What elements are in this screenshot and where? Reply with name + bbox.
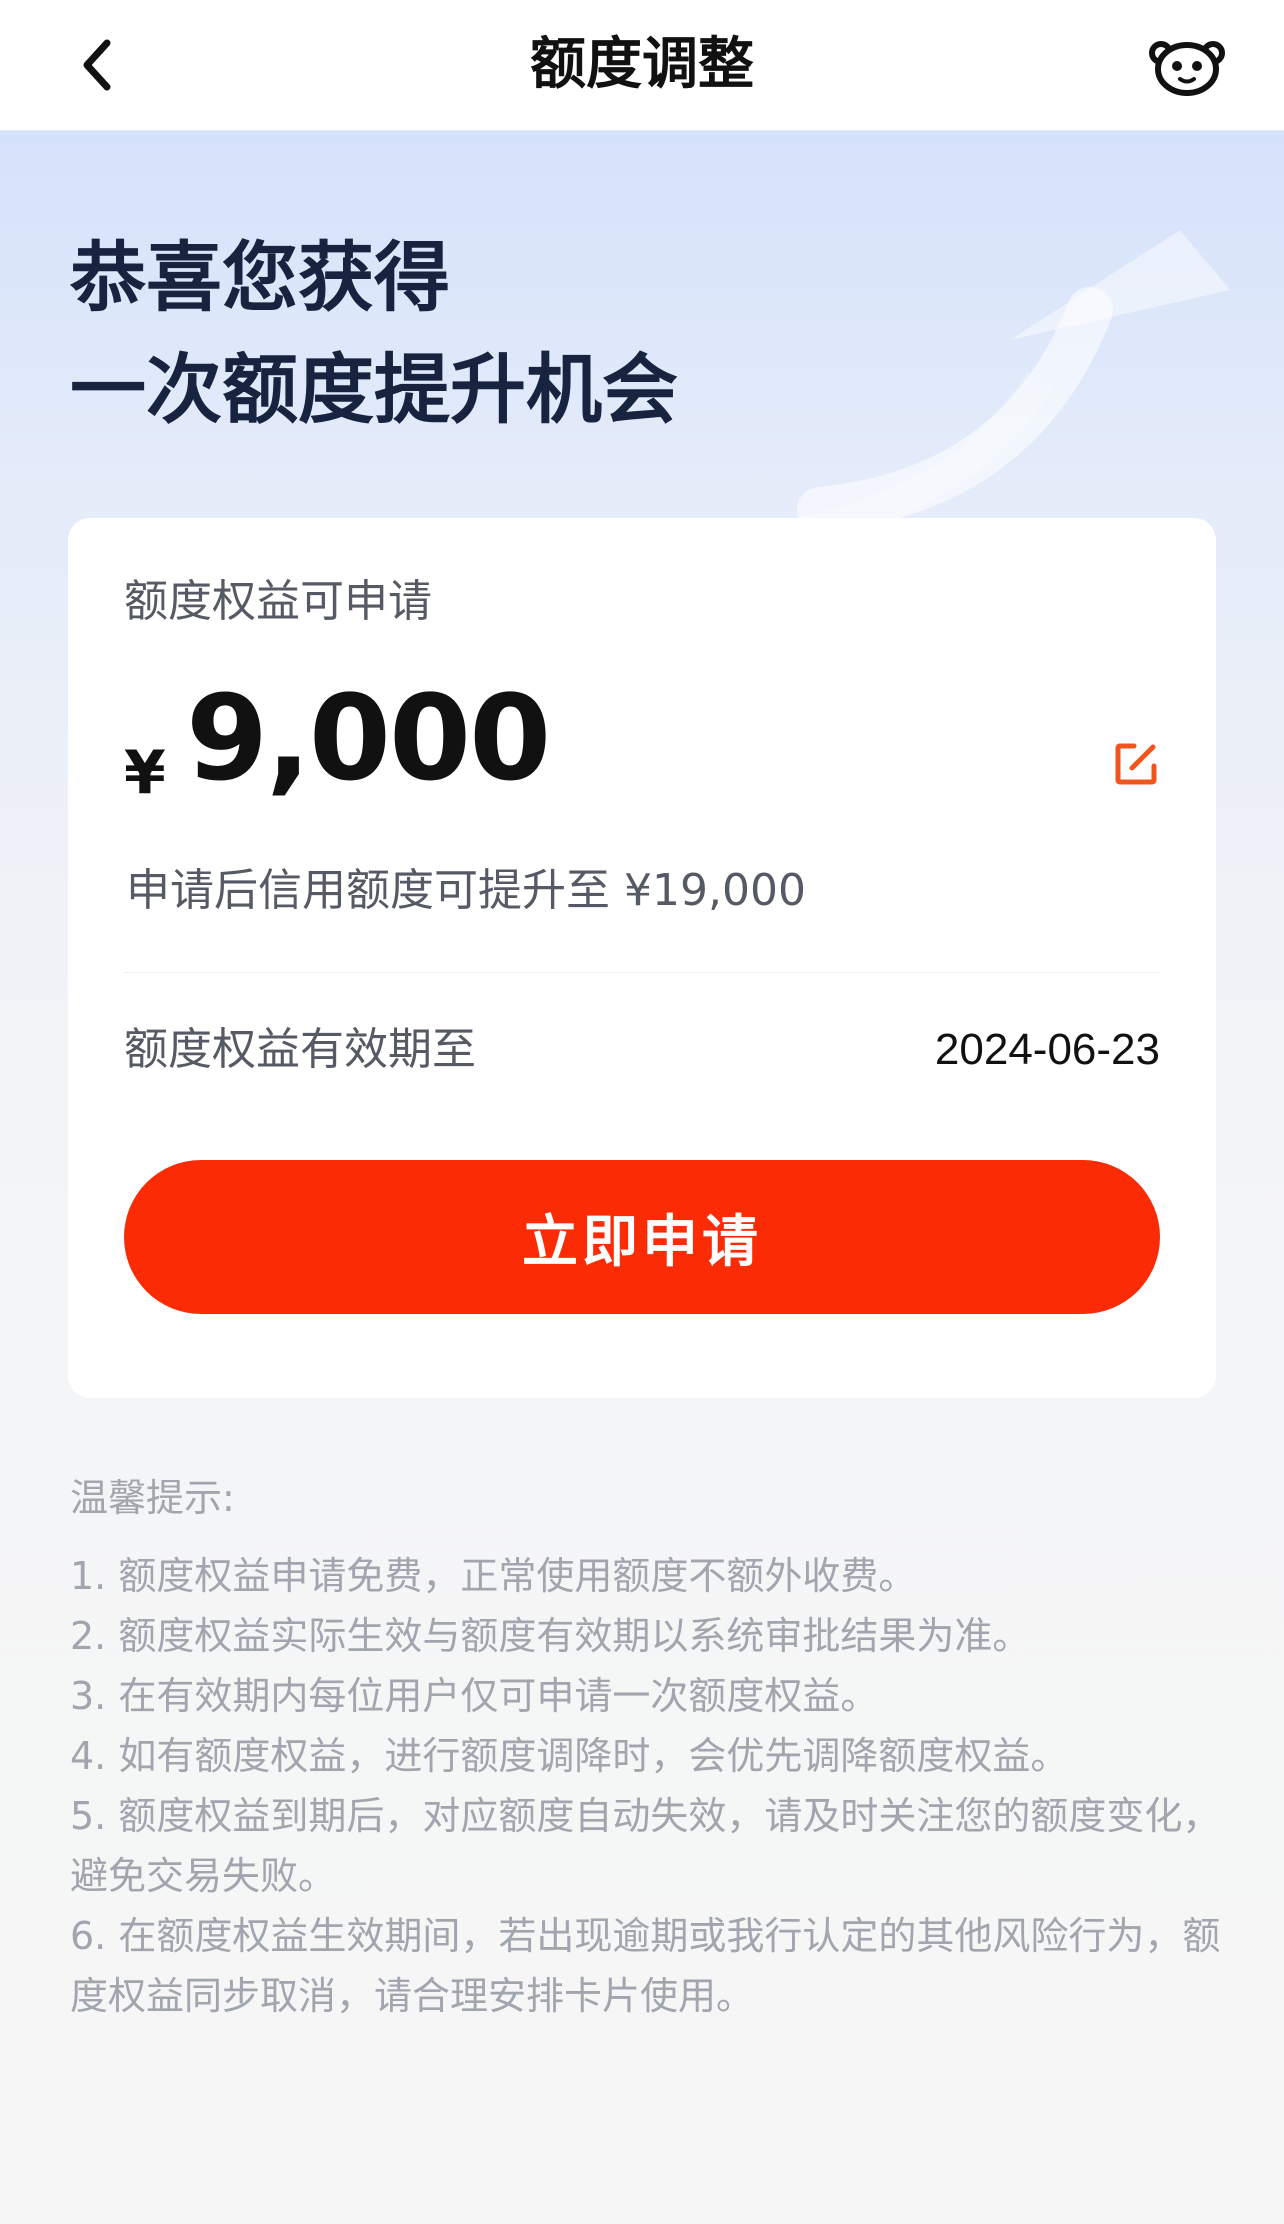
tip-item: 6. 在额度权益生效期间，若出现逾期或我行认定的其他风险行为，额度权益同步取消，… <box>70 1914 1221 2018</box>
tip-item: 5. 额度权益到期后，对应额度自动失效，请及时关注您的额度变化，避免交易失败。 <box>70 1794 1221 1898</box>
tip-item: 3. 在有效期内每位用户仅可申请一次额度权益。 <box>70 1674 879 1718</box>
validity-date: 2024-06-23 <box>934 1025 1160 1074</box>
apply-now-button[interactable]: 立即申请 <box>124 1160 1160 1314</box>
page-title: 额度调整 <box>530 32 754 97</box>
currency-symbol: ¥ <box>124 738 166 808</box>
top-navigation-bar: 额度调整 <box>0 0 1284 131</box>
tip-item: 1. 额度权益申请免费，正常使用额度不额外收费。 <box>70 1554 917 1598</box>
hero-headline: 恭喜您获得 一次额度提升机会 <box>70 222 678 446</box>
hero-line-1: 恭喜您获得 <box>70 233 450 322</box>
tip-item: 4. 如有额度权益，进行额度调降时，会优先调降额度权益。 <box>70 1734 1069 1778</box>
edit-amount-button[interactable] <box>1108 736 1164 792</box>
divider <box>124 972 1160 973</box>
back-button[interactable] <box>62 30 132 100</box>
benefit-amount: 9,000 <box>186 669 551 807</box>
customer-service-button[interactable] <box>1142 28 1232 104</box>
available-benefit-label: 额度权益可申请 <box>124 576 432 627</box>
validity-label: 额度权益有效期至 <box>124 1024 476 1075</box>
robot-service-icon <box>1149 41 1225 96</box>
tips-section: 温馨提示: 1. 额度权益申请免费，正常使用额度不额外收费。 2. 额度权益实际… <box>70 1468 1230 2026</box>
edit-icon <box>1115 743 1157 785</box>
tip-item: 2. 额度权益实际生效与额度有效期以系统审批结果为准。 <box>70 1614 1031 1658</box>
hero-line-2: 一次额度提升机会 <box>70 345 678 434</box>
limit-increase-note: 申请后信用额度可提升至 ¥19,000 <box>126 865 806 916</box>
tips-title: 温馨提示: <box>70 1476 235 1520</box>
credit-offer-card: 额度权益可申请 ¥ 9,000 申请后信用额度可提升至 ¥19,000 额度权益… <box>68 518 1216 1398</box>
chevron-left-icon <box>83 39 111 91</box>
